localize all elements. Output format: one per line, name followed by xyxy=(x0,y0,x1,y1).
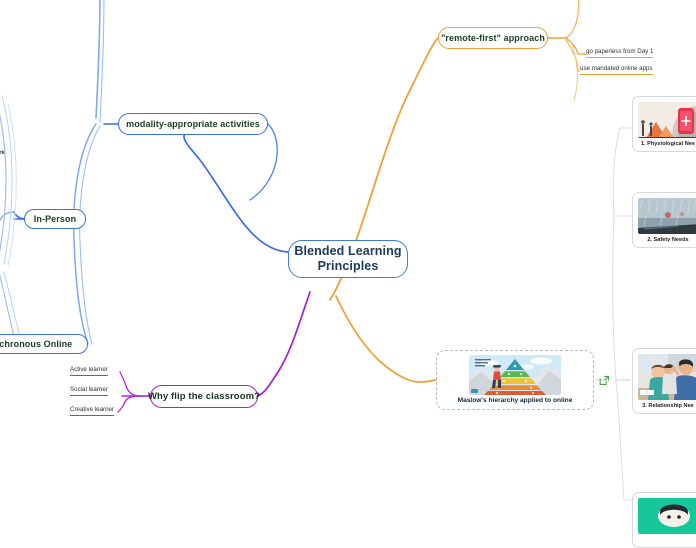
leaf-label: Creative learner xyxy=(70,406,115,413)
leaf-go-paperless-from-day-1[interactable]: go paperless from Day 1 xyxy=(586,48,654,58)
central-node-line1: Blended Learning xyxy=(294,244,402,258)
safety-needs-svg xyxy=(638,198,696,234)
leaf-creative-learner[interactable]: Creative learner xyxy=(70,406,115,416)
leaf-social-learner[interactable]: Social learner xyxy=(70,386,108,396)
leaf-active-learner[interactable]: Active learner xyxy=(70,366,108,376)
external-link-glyph xyxy=(599,375,609,385)
node-label: In-Person xyxy=(33,214,77,224)
gallery-card-safety-needs[interactable]: 2. Safety Needs xyxy=(632,192,696,248)
fourth-card-svg xyxy=(638,498,696,534)
attachment-card-maslow[interactable]: Maslow's hierarchy applied to online xyxy=(436,350,594,410)
leaf-use-mandated-online-apps[interactable]: use mandated online apps xyxy=(580,65,653,75)
leaf-label: use mandated online apps xyxy=(580,65,653,72)
gallery-card-relationship-needs[interactable]: 3. Relationship Nee xyxy=(632,348,696,414)
gallery-caption: 1. Physiological Nee xyxy=(640,141,696,147)
safety-needs-image xyxy=(638,198,696,234)
node-remote-first-approach[interactable]: "remote-first" approach xyxy=(438,27,548,49)
gallery-card-physiological-needs[interactable]: 1. Physiological Nee xyxy=(632,96,696,152)
attachment-caption: Maslow's hierarchy applied to online xyxy=(457,397,573,404)
relationship-needs-svg xyxy=(638,354,696,400)
clipped-left-label: ork xyxy=(0,150,5,156)
external-link-icon[interactable] xyxy=(599,375,610,386)
node-label: nchronous Online xyxy=(0,339,73,349)
node-modality-appropriate-activities[interactable]: modality-appropriate activities xyxy=(118,113,268,135)
central-node-line2: Principles xyxy=(317,259,379,273)
maslow-pyramid-svg xyxy=(469,355,561,395)
fourth-card-image xyxy=(638,498,696,534)
gallery-caption: 2. Safety Needs xyxy=(647,237,689,243)
gallery-caption: 3. Relationship Nee xyxy=(642,403,694,409)
physiological-needs-image xyxy=(638,102,696,138)
central-node[interactable]: Blended Learning Principles xyxy=(288,240,408,278)
leaf-label: go paperless from Day 1 xyxy=(586,48,654,55)
node-label: modality-appropriate activities xyxy=(126,119,260,129)
relationship-needs-image xyxy=(638,354,696,400)
node-why-flip-the-classroom[interactable]: Why flip the classroom? xyxy=(147,385,261,408)
node-in-person[interactable]: In-Person xyxy=(24,209,86,229)
node-label: Why flip the classroom? xyxy=(147,391,261,402)
gallery-card-fourth-partial[interactable] xyxy=(632,492,696,548)
leaf-label: Social learner xyxy=(70,386,108,393)
physiological-needs-svg xyxy=(638,102,696,138)
mindmap-canvas[interactable]: Blended Learning Principles modality-app… xyxy=(0,0,696,548)
node-asynchronous-online[interactable]: nchronous Online xyxy=(0,334,88,354)
node-label: "remote-first" approach xyxy=(441,33,545,43)
leaf-label: Active learner xyxy=(70,366,108,373)
maslow-pyramid-image xyxy=(469,355,561,395)
